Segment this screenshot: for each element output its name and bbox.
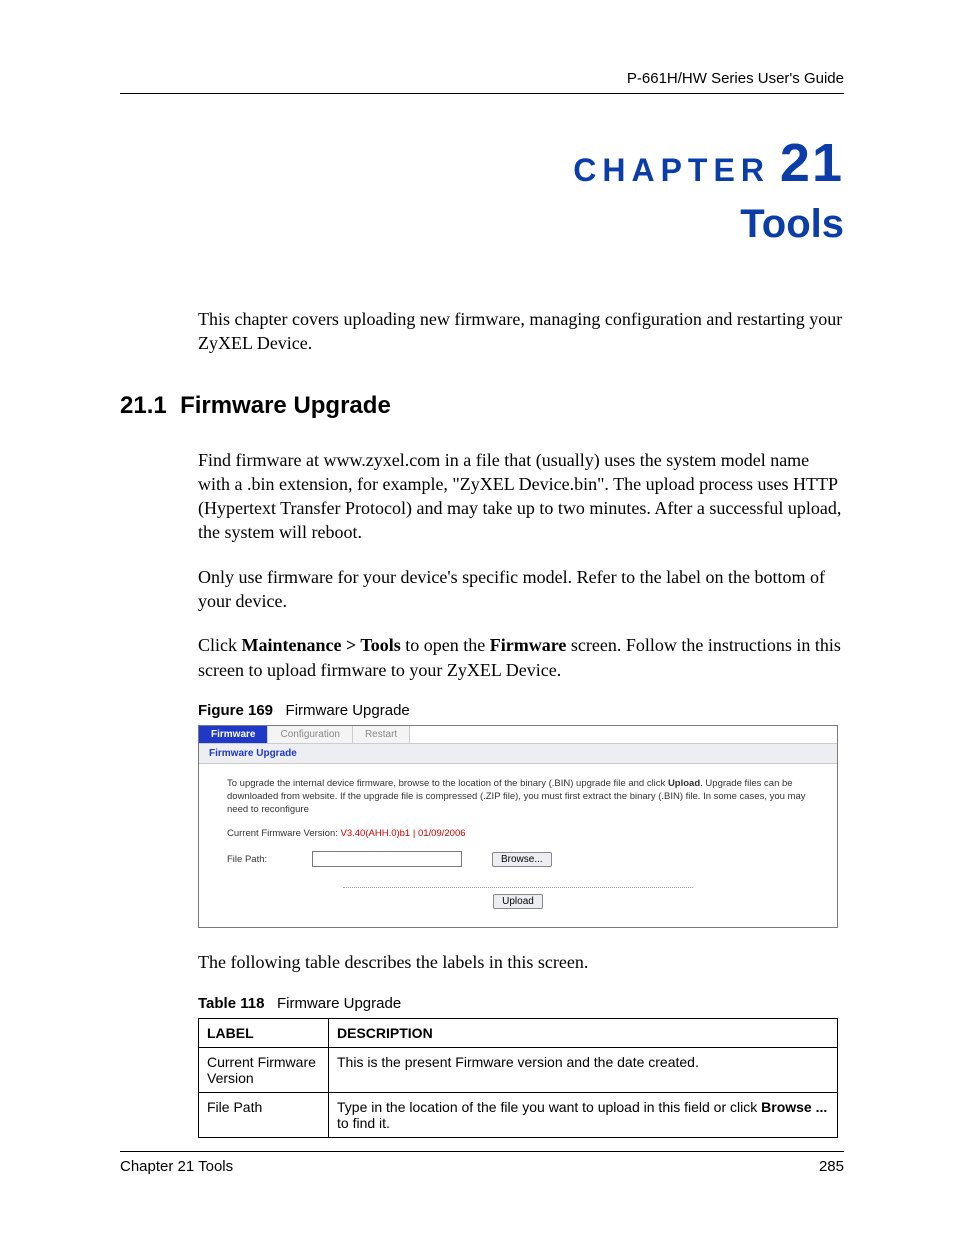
tab-restart[interactable]: Restart (353, 726, 410, 743)
footer-right: 285 (819, 1158, 844, 1175)
cell-desc-bold: Browse ... (761, 1099, 827, 1115)
section-heading: 21.1 Firmware Upgrade (120, 392, 844, 420)
th-description: DESCRIPTION (329, 1018, 838, 1047)
firmware-screenshot: Firmware Configuration Restart Firmware … (198, 725, 838, 928)
screenshot-divider (343, 887, 692, 888)
paragraph-1: Find firmware at www.zyxel.com in a file… (198, 448, 844, 545)
guide-title: P-661H/HW Series User's Guide (627, 70, 844, 87)
cell-desc: This is the present Firmware version and… (329, 1047, 838, 1092)
table-row: File Path Type in the location of the fi… (199, 1092, 838, 1137)
file-path-input[interactable] (312, 851, 462, 867)
cell-label: Current Firmware Version (199, 1047, 329, 1092)
paragraph-3: Click Maintenance > Tools to open the Fi… (198, 633, 844, 682)
cell-desc: Type in the location of the file you wan… (329, 1092, 838, 1137)
th-label: LABEL (199, 1018, 329, 1047)
p3-bold1: Maintenance > Tools (242, 635, 401, 655)
table-label: Table 118 (198, 995, 264, 1012)
tab-firmware[interactable]: Firmware (199, 726, 268, 743)
version-value: V3.40(AHH.0)b1 | 01/09/2006 (341, 828, 466, 839)
table-head-row: LABEL DESCRIPTION (199, 1018, 838, 1047)
file-path-label: File Path: (227, 854, 282, 865)
paragraph-2: Only use firmware for your device's spec… (198, 565, 844, 614)
cell-desc-post: to find it. (337, 1115, 390, 1131)
screenshot-version: Current Firmware Version: V3.40(AHH.0)b1… (227, 828, 809, 839)
p3-mid: to open the (401, 635, 490, 655)
footer-left: Chapter 21 Tools (120, 1158, 233, 1175)
screenshot-panel-title: Firmware Upgrade (199, 744, 837, 764)
upload-button[interactable]: Upload (493, 894, 543, 909)
figure-label: Figure 169 (198, 702, 273, 719)
cell-desc-pre: Type in the location of the file you wan… (337, 1099, 761, 1115)
cell-label: File Path (199, 1092, 329, 1137)
table-row: Current Firmware Version This is the pre… (199, 1047, 838, 1092)
chapter-line: CHAPTER 21 (120, 132, 844, 194)
page-footer: Chapter 21 Tools 285 (120, 1151, 844, 1175)
description-table: LABEL DESCRIPTION Current Firmware Versi… (198, 1018, 838, 1138)
figure-caption: Figure 169 Firmware Upgrade (198, 702, 844, 719)
screenshot-body: To upgrade the internal device firmware,… (199, 764, 837, 927)
chapter-title: Tools (120, 202, 844, 247)
version-label: Current Firmware Version: (227, 828, 341, 839)
chapter-number: 21 (780, 132, 844, 194)
intro-paragraph: This chapter covers uploading new firmwa… (198, 307, 844, 356)
file-path-row: File Path: Browse... (227, 851, 809, 867)
section-number: 21.1 (120, 392, 167, 419)
p3-pre: Click (198, 635, 242, 655)
section-title: Firmware Upgrade (180, 392, 391, 419)
upload-row: Upload (227, 894, 809, 909)
ss-desc-pre: To upgrade the internal device firmware,… (227, 778, 668, 789)
table-caption: Table 118 Firmware Upgrade (198, 995, 844, 1012)
screenshot-tabs: Firmware Configuration Restart (199, 726, 837, 744)
chapter-heading: CHAPTER 21 Tools (120, 132, 844, 247)
screenshot-desc: To upgrade the internal device firmware,… (227, 778, 809, 816)
ss-desc-bold: Upload (668, 778, 700, 789)
paragraph-4: The following table describes the labels… (198, 950, 844, 974)
tab-configuration[interactable]: Configuration (268, 726, 352, 743)
p3-bold2: Firmware (490, 635, 567, 655)
browse-button[interactable]: Browse... (492, 852, 552, 867)
chapter-label: CHAPTER (573, 152, 770, 189)
page-header: P-661H/HW Series User's Guide (120, 70, 844, 94)
figure-title: Firmware Upgrade (286, 702, 410, 719)
table-title: Firmware Upgrade (277, 995, 401, 1012)
